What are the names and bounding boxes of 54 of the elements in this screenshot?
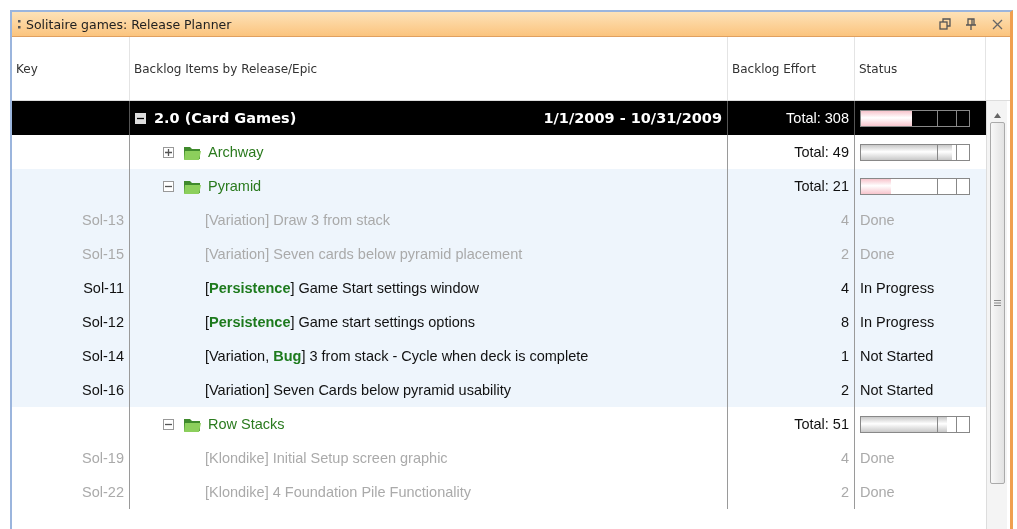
- effort-value: 4: [840, 280, 849, 296]
- item-key: Sol-16: [82, 382, 124, 398]
- effort-value: 8: [840, 314, 849, 330]
- effort-value: 1: [840, 348, 849, 364]
- item-key: Sol-14: [82, 348, 124, 364]
- item-key: Sol-19: [82, 450, 124, 466]
- effort-value: 4: [840, 212, 849, 228]
- item-title[interactable]: [Variation, Bug] 3 from stack - Cycle when deck is complete: [205, 348, 589, 364]
- effort-value: 2: [840, 382, 849, 398]
- item-key: Sol-22: [82, 484, 124, 500]
- pin-button[interactable]: [964, 17, 978, 31]
- status-text: Done: [860, 246, 895, 262]
- item-key: Sol-12: [82, 314, 124, 330]
- restore-button[interactable]: [938, 17, 952, 31]
- close-button[interactable]: [990, 17, 1004, 31]
- status-text: Not Started: [860, 382, 934, 398]
- status-text: In Progress: [860, 280, 935, 296]
- grip-icon: [18, 18, 21, 30]
- scroll-up-icon[interactable]: [993, 113, 1001, 118]
- item-title[interactable]: [Persistence] Game Start settings window: [205, 280, 480, 296]
- column-header[interactable]: Key: [16, 61, 38, 76]
- status-text: Not Started: [860, 348, 934, 364]
- expand-button[interactable]: [163, 146, 174, 158]
- plus-icon: [165, 148, 172, 156]
- status-text: Done: [860, 450, 895, 466]
- effort-total: Total: 51: [794, 416, 849, 432]
- column-header[interactable]: Status: [859, 61, 898, 76]
- epic-name[interactable]: Row Stacks: [208, 416, 285, 432]
- effort-total: Total: 308: [786, 110, 849, 126]
- scrollbar[interactable]: [986, 101, 1007, 529]
- item-key: Sol-13: [82, 212, 124, 228]
- effort-total: Total: 21: [794, 178, 849, 194]
- item-title[interactable]: [Persistence] Game start settings options: [205, 314, 475, 330]
- release-name: 2.0 (Card Games): [154, 110, 297, 126]
- collapse-button[interactable]: [163, 180, 174, 192]
- status-text: Done: [860, 484, 895, 500]
- collapse-button[interactable]: [163, 418, 174, 430]
- release-dates: 1/1/2009 - 10/31/2009: [543, 110, 722, 126]
- item-key: Sol-15: [82, 246, 124, 262]
- column-header[interactable]: Backlog Items by Release/Epic: [134, 61, 318, 76]
- effort-total: Total: 49: [794, 144, 849, 160]
- effort-value: 2: [840, 484, 849, 500]
- status-text: In Progress: [860, 314, 935, 330]
- item-title[interactable]: [Variation] Seven Cards below pyramid usability: [205, 382, 511, 398]
- epic-name[interactable]: Archway: [208, 144, 264, 160]
- scroll-thumb[interactable]: [989, 122, 1005, 484]
- effort-value: 2: [840, 246, 849, 262]
- status-text: Done: [860, 212, 895, 228]
- window-title: Solitaire games: Release Planner: [26, 16, 233, 32]
- grip-icon: [993, 300, 1001, 306]
- column-header[interactable]: Backlog Effort: [732, 61, 817, 76]
- effort-value: 4: [840, 450, 849, 466]
- epic-name[interactable]: Pyramid: [208, 178, 262, 194]
- item-key: Sol-11: [83, 280, 124, 296]
